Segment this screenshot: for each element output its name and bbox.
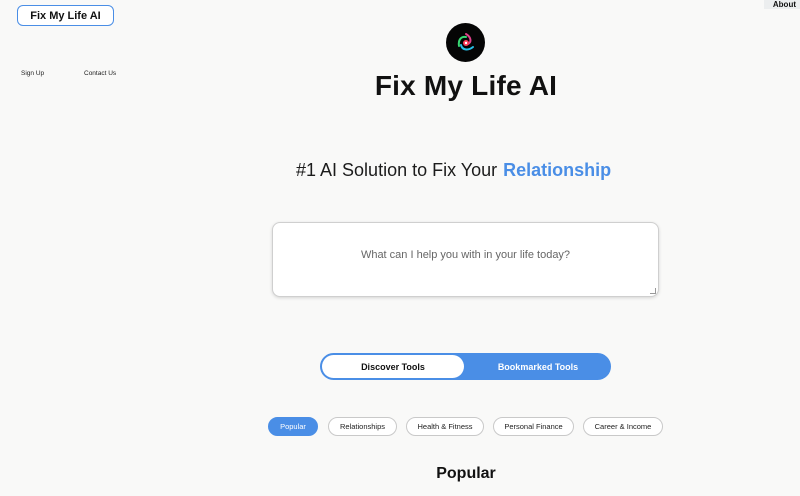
tools-toggle: Discover Tools Bookmarked Tools (320, 353, 611, 380)
bookmarked-tools-tab[interactable]: Bookmarked Tools (466, 354, 610, 379)
prompt-box (272, 222, 659, 297)
chip-relationships[interactable]: Relationships (328, 417, 397, 436)
hero-subtitle: #1 AI Solution to Fix Your Relationship (296, 160, 611, 181)
chip-career-income[interactable]: Career & Income (583, 417, 663, 436)
discover-tools-tab[interactable]: Discover Tools (322, 355, 464, 378)
section-title: Popular (436, 465, 496, 482)
life-help-input[interactable] (273, 223, 658, 296)
brand-home-button[interactable]: Fix My Life AI (17, 5, 114, 26)
subtitle-prefix: #1 AI Solution to Fix Your (296, 160, 498, 180)
page-title: Fix My Life AI (374, 70, 558, 101)
ai-swirl-icon (457, 32, 474, 50)
app-logo (446, 23, 485, 62)
chip-popular[interactable]: Popular (268, 417, 318, 436)
resize-handle-icon[interactable] (650, 288, 656, 294)
chip-personal-finance[interactable]: Personal Finance (493, 417, 574, 436)
about-link[interactable]: About (764, 0, 800, 9)
chip-health-fitness[interactable]: Health & Fitness (406, 417, 484, 436)
subtitle-highlight: Relationship (503, 160, 612, 180)
